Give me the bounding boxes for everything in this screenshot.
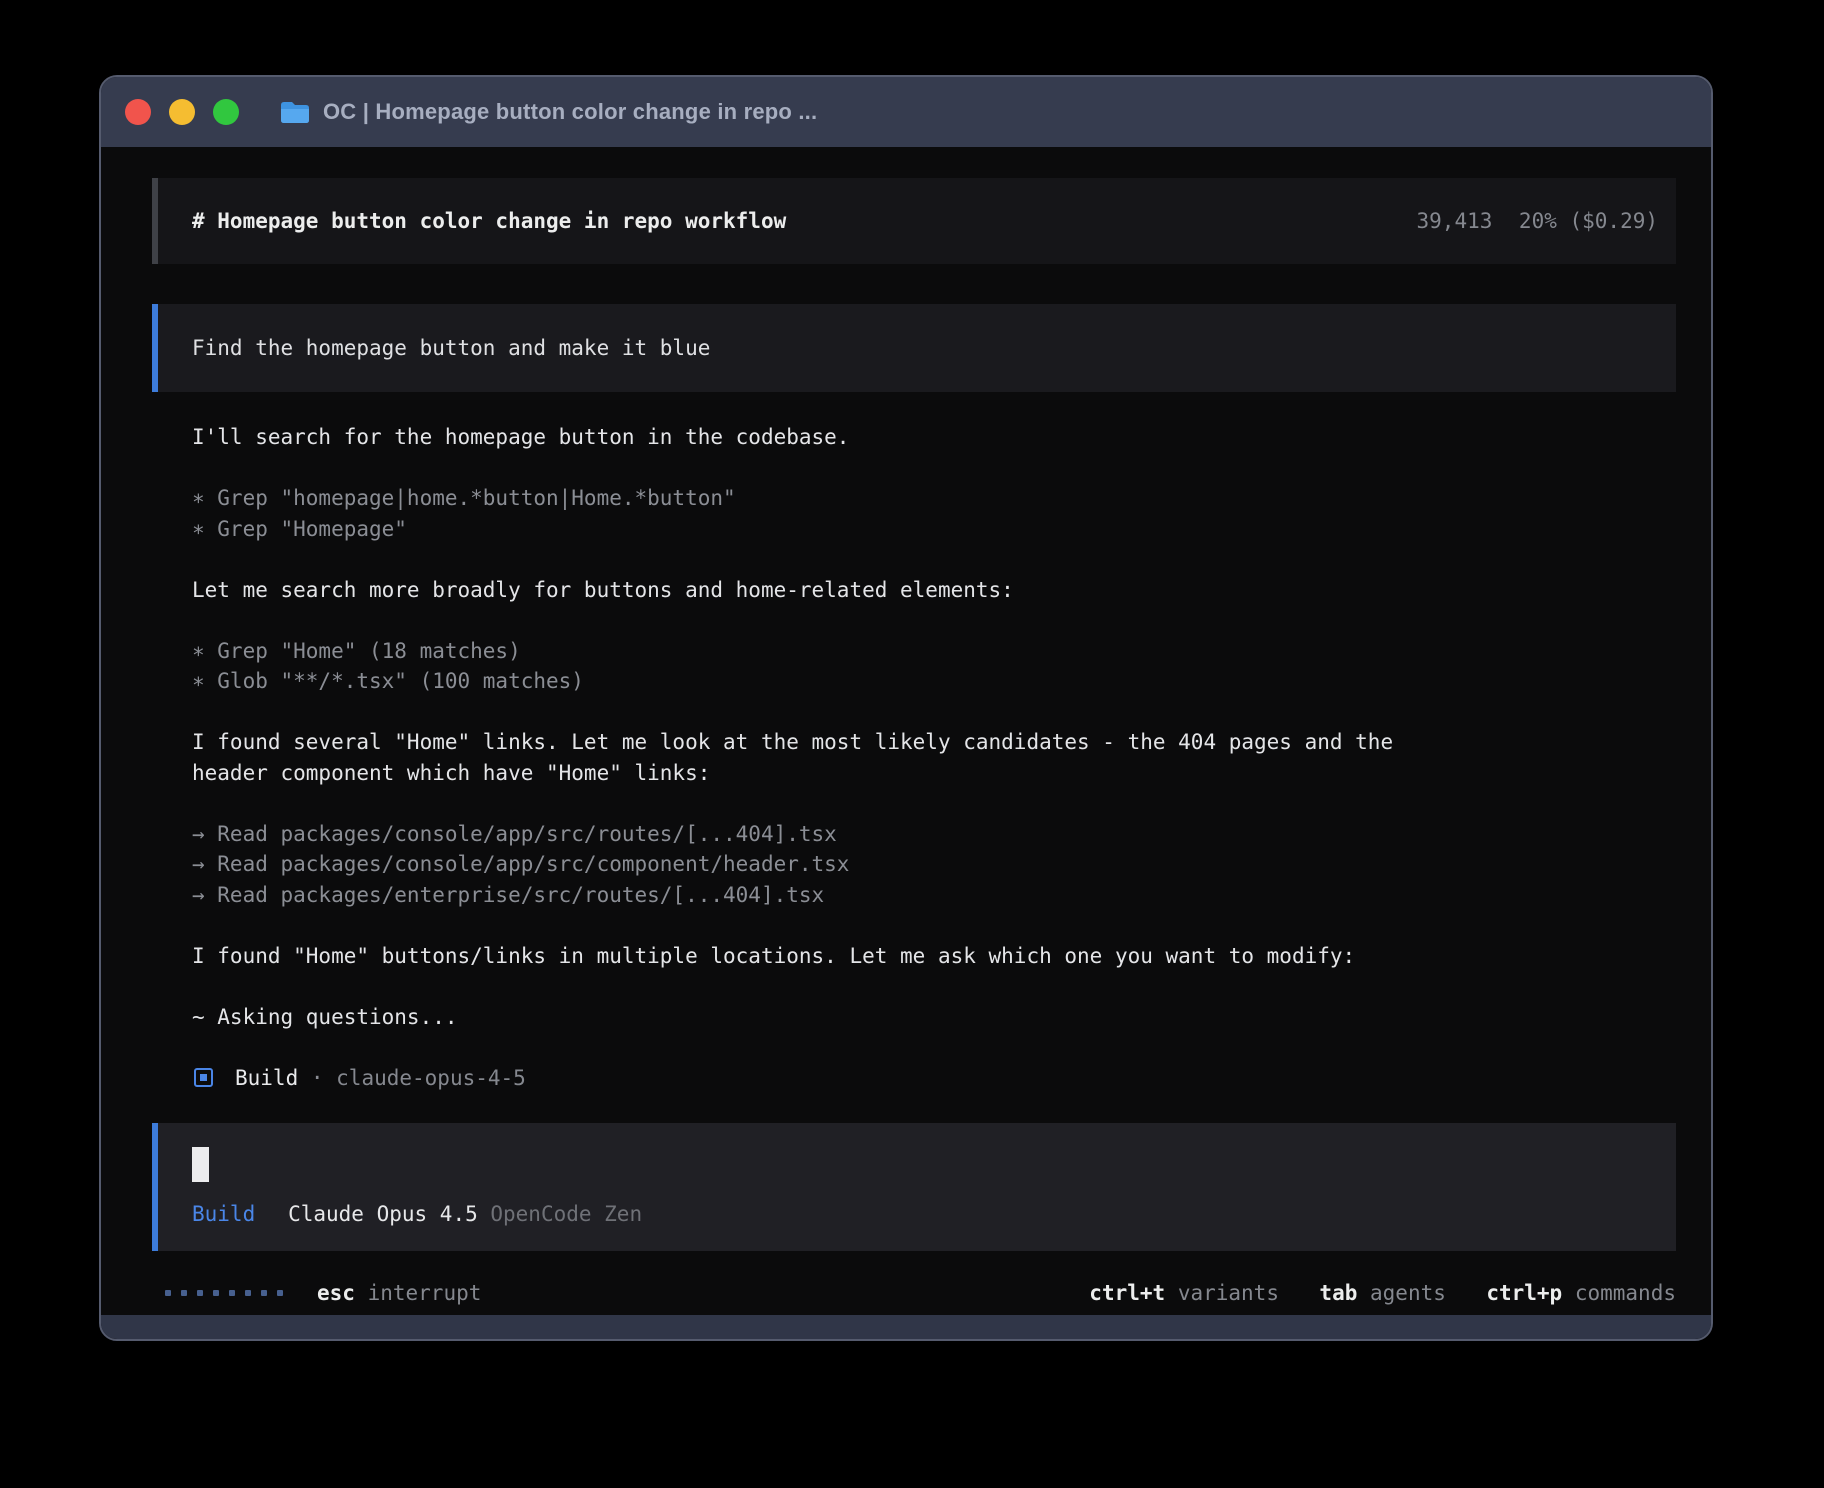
progress-dot [181, 1290, 187, 1296]
progress-dot [165, 1290, 171, 1296]
progress-dots [165, 1290, 283, 1296]
prompt-meta: Build Claude Opus 4.5 OpenCode Zen [192, 1202, 642, 1226]
folder-icon [279, 100, 309, 125]
close-window-button[interactable] [125, 99, 151, 125]
context-cost: 20% ($0.29) [1519, 209, 1658, 233]
prompt-provider: OpenCode Zen [490, 1202, 642, 1226]
tool-call-grep: ∗ Grep "homepage|home.*button|Home.*butt… [192, 483, 1676, 514]
agent-separator: · [311, 1066, 324, 1090]
key-ctrl-t: ctrl+t [1089, 1281, 1165, 1305]
key-ctrl-p: ctrl+p [1486, 1281, 1562, 1305]
tool-call-grep: ∗ Grep "Home" (18 matches) [192, 636, 1676, 667]
assistant-text: I found "Home" buttons/links in multiple… [192, 941, 1676, 972]
status-bar: esc interrupt ctrl+t variants tab agents… [152, 1277, 1676, 1308]
assistant-text: I'll search for the homepage button in t… [192, 422, 1676, 453]
status-asking-questions: ~ Asking questions... [192, 1002, 1676, 1033]
progress-dot [197, 1290, 203, 1296]
user-message-text: Find the homepage button and make it blu… [192, 336, 710, 360]
label-commands: commands [1575, 1281, 1676, 1305]
tool-call-grep: ∗ Grep "Homepage" [192, 514, 1676, 545]
key-tab: tab [1319, 1281, 1357, 1305]
text-cursor [192, 1147, 209, 1182]
user-message: Find the homepage button and make it blu… [152, 304, 1676, 392]
prompt-model[interactable]: Claude Opus 4.5 [288, 1202, 478, 1226]
hint-agents: tab agents [1319, 1281, 1445, 1305]
zoom-window-button[interactable] [213, 99, 239, 125]
assistant-text: header component which have "Home" links… [192, 758, 1676, 789]
prompt-agent[interactable]: Build [192, 1202, 255, 1226]
assistant-transcript: I'll search for the homepage button in t… [192, 422, 1676, 1032]
hint-commands: ctrl+p commands [1486, 1281, 1676, 1305]
progress-dot [277, 1290, 283, 1296]
keyboard-hints: ctrl+t variants tab agents ctrl+p comman… [1089, 1281, 1676, 1305]
prompt-input[interactable]: Build Claude Opus 4.5 OpenCode Zen [152, 1123, 1676, 1251]
tool-call-read: → Read packages/enterprise/src/routes/[.… [192, 880, 1676, 911]
tool-call-read: → Read packages/console/app/src/componen… [192, 849, 1676, 880]
progress-dot [229, 1290, 235, 1296]
minimize-window-button[interactable] [169, 99, 195, 125]
title-group: OC | Homepage button color change in rep… [279, 99, 817, 125]
token-count: 39,413 [1417, 209, 1493, 233]
hint-esc-interrupt: esc interrupt [317, 1281, 481, 1305]
key-esc: esc [317, 1281, 355, 1305]
tool-call-glob: ∗ Glob "**/*.tsx" (100 matches) [192, 666, 1676, 697]
traffic-lights [125, 99, 239, 125]
window-title: OC | Homepage button color change in rep… [323, 99, 817, 125]
terminal-window: OC | Homepage button color change in rep… [99, 75, 1713, 1341]
label-agents: agents [1370, 1281, 1446, 1305]
window-titlebar[interactable]: OC | Homepage button color change in rep… [101, 77, 1711, 147]
assistant-text: I found several "Home" links. Let me loo… [192, 727, 1676, 758]
label-variants: variants [1178, 1281, 1279, 1305]
tool-call-read: → Read packages/console/app/src/routes/[… [192, 819, 1676, 850]
progress-dot [245, 1290, 251, 1296]
agent-status-row: Build · claude-opus-4-5 [194, 1062, 1676, 1093]
session-stats: 39,413 20% ($0.29) [1417, 209, 1658, 233]
session-title: # Homepage button color change in repo w… [192, 209, 786, 233]
hint-variants: ctrl+t variants [1089, 1281, 1279, 1305]
build-agent-icon [194, 1068, 213, 1087]
terminal-content: # Homepage button color change in repo w… [101, 147, 1711, 1315]
progress-dot [213, 1290, 219, 1296]
agent-name: Build [235, 1066, 298, 1090]
assistant-text: Let me search more broadly for buttons a… [192, 575, 1676, 606]
window-footer [101, 1315, 1711, 1339]
agent-model: claude-opus-4-5 [336, 1066, 526, 1090]
label-interrupt: interrupt [368, 1281, 482, 1305]
session-header: # Homepage button color change in repo w… [152, 178, 1676, 264]
progress-dot [261, 1290, 267, 1296]
